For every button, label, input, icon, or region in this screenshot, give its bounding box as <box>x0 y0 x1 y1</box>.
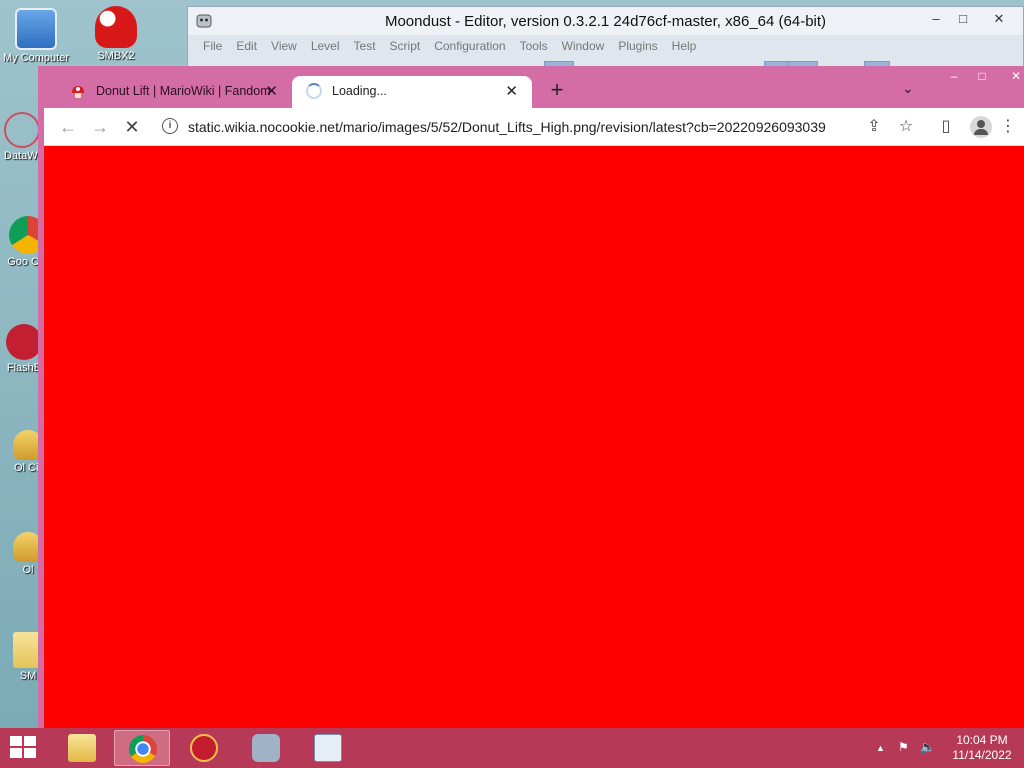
forward-button[interactable]: → <box>88 116 112 140</box>
desktop: My Computer SMBX2 DataWi Goo Chr FlashB … <box>0 0 1024 768</box>
menu-configuration[interactable]: Configuration <box>429 39 514 53</box>
bookmark-star-icon[interactable]: ☆ <box>896 117 916 137</box>
taskbar: ▲ ⚑ 🔈 10:04 PM 11/14/2022 <box>0 728 1024 768</box>
taskbar-monitor-app[interactable] <box>300 730 356 766</box>
start-button[interactable] <box>8 736 38 760</box>
menu-script[interactable]: Script <box>385 39 430 53</box>
computer-icon <box>15 8 57 50</box>
windows-logo-icon <box>24 736 36 746</box>
menu-plugins[interactable]: Plugins <box>613 39 666 53</box>
tab-close-icon[interactable]: ✕ <box>505 82 518 100</box>
chrome-minimize-button[interactable]: – <box>940 66 968 86</box>
taskbar-moondust[interactable] <box>238 730 294 766</box>
desktop-icon-label: SMBX2 <box>97 50 135 62</box>
desktop-icon-my-computer[interactable]: My Computer <box>0 8 72 64</box>
chart-monitor-icon <box>314 734 342 762</box>
chrome-close-button[interactable]: ✕ <box>1002 66 1024 86</box>
windows-logo-icon <box>24 748 36 758</box>
share-icon[interactable]: ⇪ <box>864 117 884 137</box>
tray-overflow-arrow-icon[interactable]: ▲ <box>876 743 885 753</box>
tab-donut-lift[interactable]: Donut Lift | MarioWiki | Fandom ✕ <box>54 76 292 108</box>
menu-file[interactable]: File <box>198 39 231 53</box>
more-menu-icon[interactable]: ⋮ <box>998 117 1018 137</box>
menu-level[interactable]: Level <box>306 39 349 53</box>
flash-mask-icon <box>190 734 218 762</box>
windows-logo-icon <box>10 748 22 758</box>
menu-window[interactable]: Window <box>557 39 614 53</box>
url-text[interactable]: static.wikia.nocookie.net/mario/images/5… <box>188 119 826 135</box>
clock-time: 10:04 PM <box>956 733 1008 747</box>
browser-toolbar: ← → ✕ i static.wikia.nocookie.net/mario/… <box>44 108 1024 146</box>
chrome-maximize-button[interactable]: □ <box>968 66 996 86</box>
taskbar-chrome[interactable] <box>114 730 170 766</box>
menu-tools[interactable]: Tools <box>515 39 557 53</box>
system-clock[interactable]: 10:04 PM 11/14/2022 <box>944 733 1020 763</box>
taskbar-file-explorer[interactable] <box>54 730 110 766</box>
address-bar[interactable]: i static.wikia.nocookie.net/mario/images… <box>156 114 978 140</box>
loading-spinner-icon <box>306 83 322 99</box>
menu-help[interactable]: Help <box>667 39 706 53</box>
site-info-icon[interactable]: i <box>162 118 178 134</box>
desktop-icon-smbx2[interactable]: SMBX2 <box>80 6 152 62</box>
tab-search-chevron-icon[interactable]: ⌄ <box>902 80 914 97</box>
moondust-cat-icon <box>252 734 280 762</box>
flash-mask-icon <box>6 324 42 360</box>
profile-avatar-icon[interactable] <box>970 116 992 138</box>
desktop-icon-label: My Computer <box>2 52 70 64</box>
menu-test[interactable]: Test <box>349 39 385 53</box>
chrome-window: Donut Lift | MarioWiki | Fandom ✕ Loadin… <box>38 66 1024 768</box>
page-viewport-red-image <box>44 146 1024 728</box>
tab-strip: Donut Lift | MarioWiki | Fandom ✕ Loadin… <box>44 66 1024 108</box>
folder-icon <box>68 734 96 762</box>
clock-date: 11/14/2022 <box>952 748 1012 762</box>
chrome-icon <box>129 735 157 763</box>
tab-loading[interactable]: Loading... ✕ <box>292 76 532 108</box>
moondust-window-title: Moondust - Editor, version 0.3.2.1 24d76… <box>384 13 827 30</box>
side-panel-icon[interactable]: ▯ <box>936 117 956 137</box>
new-tab-button[interactable]: + <box>544 78 570 104</box>
mushroom-favicon-icon <box>70 84 86 100</box>
windows-logo-icon <box>10 736 22 746</box>
atom-icon <box>4 112 40 148</box>
moondust-maximize-button[interactable]: □ <box>948 9 978 31</box>
tab-title: Donut Lift | MarioWiki | Fandom <box>96 84 271 98</box>
tab-close-icon[interactable]: ✕ <box>265 82 278 100</box>
menu-view[interactable]: View <box>266 39 306 53</box>
stop-loading-button[interactable]: ✕ <box>120 116 144 140</box>
moondust-minimize-button[interactable]: – <box>921 9 951 31</box>
moondust-close-button[interactable]: ✕ <box>984 9 1014 31</box>
menu-edit[interactable]: Edit <box>231 39 266 53</box>
network-icon[interactable]: ⚑ <box>898 740 909 754</box>
volume-icon[interactable]: 🔈 <box>920 740 935 754</box>
back-button[interactable]: ← <box>56 116 80 140</box>
moondust-titlebar[interactable]: Moondust - Editor, version 0.3.2.1 24d76… <box>188 7 1023 35</box>
taskbar-flashback[interactable] <box>176 730 232 766</box>
moondust-menubar: File Edit View Level Test Script Configu… <box>188 35 1023 57</box>
mushroom-icon <box>95 6 137 48</box>
tab-title: Loading... <box>332 84 387 98</box>
